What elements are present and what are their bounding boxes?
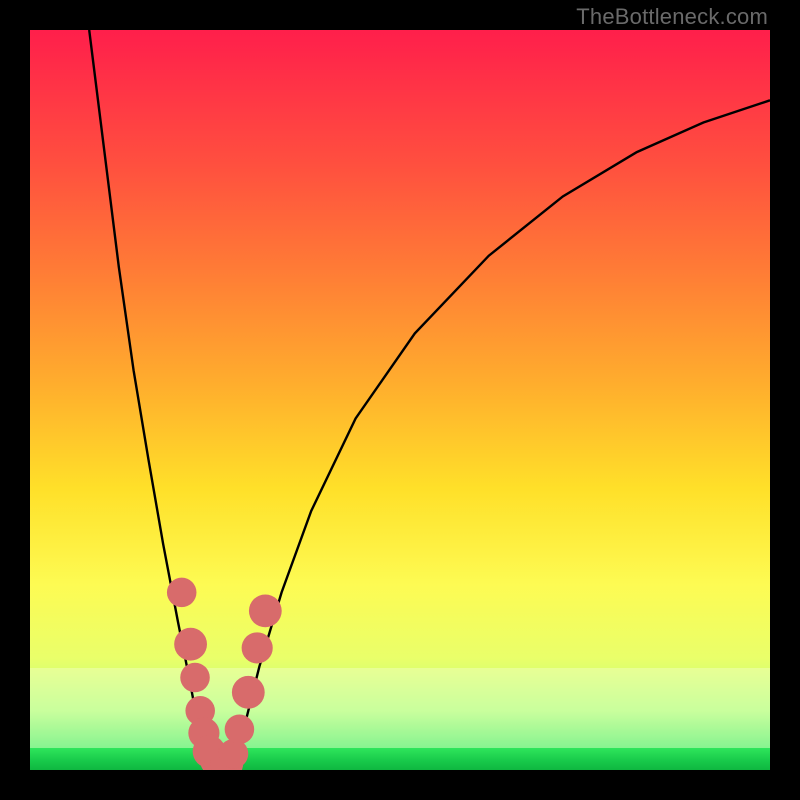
curve-right-path xyxy=(234,100,771,770)
watermark-text: TheBottleneck.com xyxy=(576,4,768,30)
highlight-dot xyxy=(167,578,197,608)
highlight-dot xyxy=(249,595,282,628)
plot-area xyxy=(30,30,770,770)
pale-wash-band xyxy=(30,668,770,748)
highlight-dot xyxy=(225,715,255,745)
highlight-dot xyxy=(180,663,210,693)
highlight-markers xyxy=(167,578,282,770)
highlight-dot xyxy=(174,628,207,661)
chart-overlay xyxy=(30,30,770,770)
curve-left-path xyxy=(89,30,207,770)
green-floor-band xyxy=(30,748,770,770)
chart-frame: TheBottleneck.com xyxy=(0,0,800,800)
highlight-dot xyxy=(185,696,215,726)
highlight-dot xyxy=(188,717,219,748)
highlight-dot xyxy=(232,676,265,709)
highlight-dot xyxy=(242,632,273,663)
